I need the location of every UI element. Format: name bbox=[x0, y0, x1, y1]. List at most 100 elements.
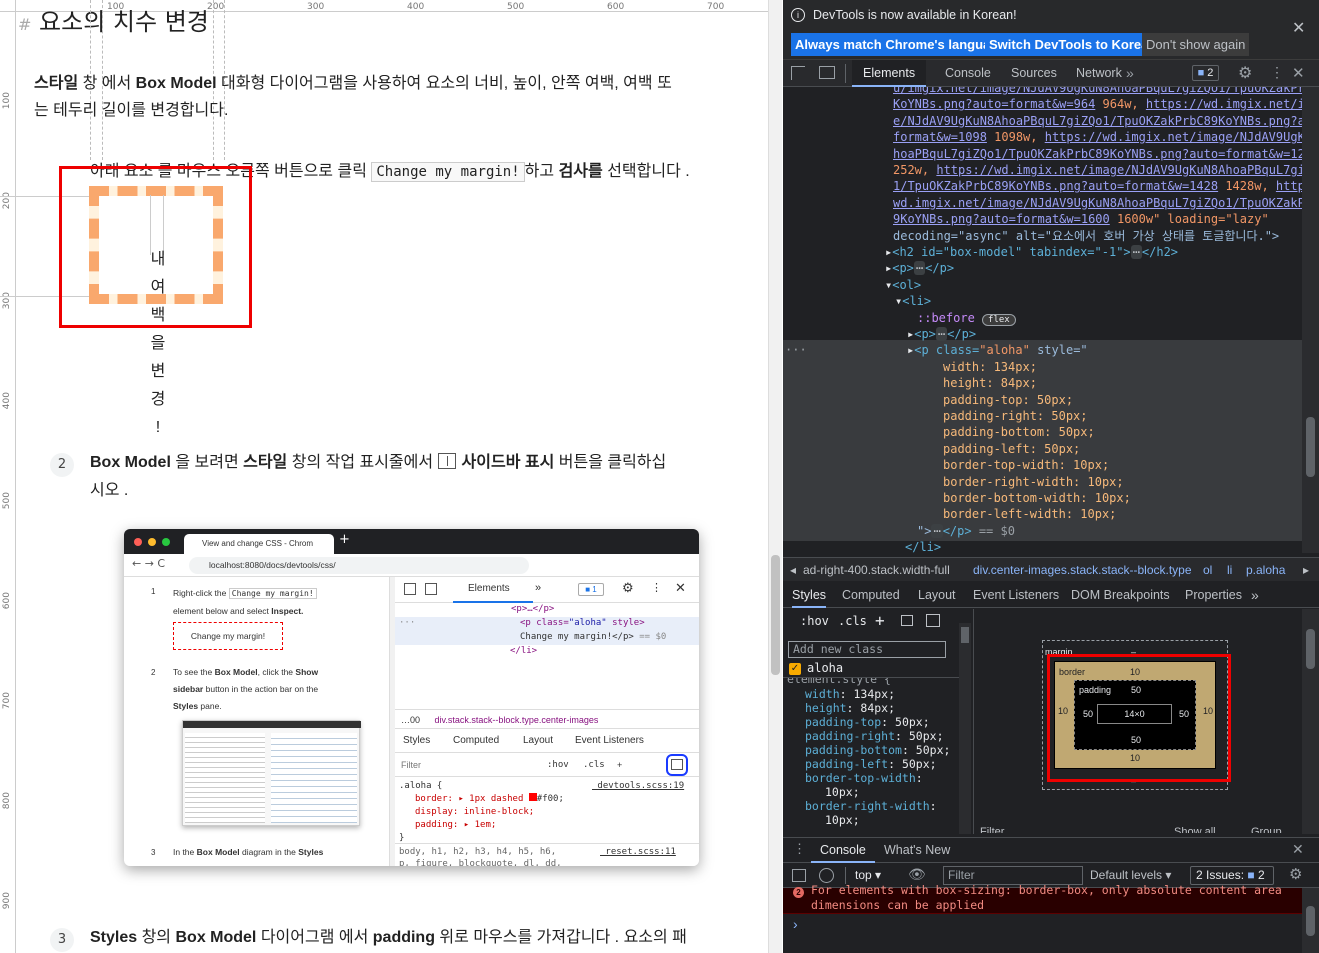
elements-tree[interactable]: u/imgix.net/image/NJdAV9UgKuN8AhoaPBquL7… bbox=[783, 87, 1302, 553]
img-attr-line[interactable]: 9KoYNBs.png?auto=format&w=1600 1600w" lo… bbox=[893, 211, 1269, 227]
more-tabs-icon[interactable]: » bbox=[1251, 582, 1259, 608]
style-property[interactable]: padding-top: 50px; bbox=[805, 715, 950, 729]
breadcrumb-item[interactable]: div.center-images.stack.stack--block.typ… bbox=[973, 558, 1192, 582]
style-attr-line[interactable]: height: 84px; bbox=[943, 375, 1037, 391]
style-attr-line[interactable]: border-left-width: 10px; bbox=[943, 506, 1116, 522]
style-attr-line[interactable]: padding-left: 50px; bbox=[943, 441, 1080, 457]
settings-gear-icon[interactable]: ⚙ bbox=[1238, 63, 1252, 83]
console-settings-icon[interactable]: ⚙ bbox=[1289, 865, 1302, 883]
console-output[interactable]: 2 For elements with box-sizing: border-b… bbox=[783, 883, 1319, 953]
drawer-tab-what-s-new[interactable]: What's New bbox=[875, 838, 959, 863]
shot-style-tab: Layout bbox=[523, 735, 554, 746]
img-attr-line[interactable]: 1/TpuOKZakPrbC89KoYNBs.png?auto=format&w… bbox=[893, 178, 1302, 194]
style-attr-line[interactable]: border-right-width: 10px; bbox=[943, 474, 1124, 490]
style-property[interactable]: border-top-width: bbox=[805, 771, 950, 785]
boxmodel-scrollbar[interactable] bbox=[1302, 609, 1319, 834]
styles-tab-styles[interactable]: Styles bbox=[792, 582, 827, 608]
crumb-scroll-right-icon[interactable]: ▸ bbox=[1303, 558, 1309, 582]
img-attr-line[interactable]: hoaPBquL7giZQo1/TpuOKZakPrbC89KoYNBs.png… bbox=[893, 146, 1302, 162]
close-devtools-icon[interactable]: ✕ bbox=[1292, 64, 1305, 82]
demo-char: 변 bbox=[150, 363, 166, 380]
sidebar-icon bbox=[437, 453, 456, 469]
img-attr-line[interactable]: decoding="async" alt="요소에서 호버 가상 상태를 토글합… bbox=[893, 228, 1279, 244]
breadcrumb-item[interactable]: ad-right-400.stack.width-full bbox=[803, 558, 950, 582]
dom-node-line[interactable]: ▸<h2 id="box-model" tabindex="-1"> ⋯ </h2> bbox=[885, 244, 1178, 260]
breadcrumb-item[interactable]: ol bbox=[1203, 558, 1212, 582]
shot-titlebar: View and change CSS - Chrom + bbox=[124, 529, 699, 554]
drawer-close-icon[interactable]: ✕ bbox=[1292, 841, 1304, 858]
language-banner: i DevTools is now available in Korean! ✕… bbox=[783, 0, 1319, 60]
elements-scrollbar[interactable] bbox=[1302, 87, 1319, 553]
tab-network[interactable]: Network bbox=[1065, 60, 1133, 87]
styles-tab-properties[interactable]: Properties bbox=[1185, 582, 1242, 608]
doc-scrollbar[interactable] bbox=[768, 0, 782, 953]
style-property[interactable]: height: 84px; bbox=[805, 701, 950, 715]
aloha-checkbox[interactable]: ✓ bbox=[789, 663, 801, 675]
img-attr-line[interactable]: 252w, https://wd.imgix.net/image/NJdAV9U… bbox=[893, 162, 1302, 178]
img-attr-line[interactable]: e/NJdAV9UgKuN8AhoaPBquL7giZQo1/TpuOKZakP… bbox=[893, 113, 1302, 129]
dom-node-line[interactable]: ▸<p> ⋯ </p> bbox=[907, 326, 976, 342]
style-property[interactable]: padding-right: 50px; bbox=[805, 729, 950, 743]
img-attr-line[interactable]: u/imgix.net/image/NJdAV9UgKuN8AhoaPBquL7… bbox=[893, 87, 1302, 96]
ruler-tick: 600 bbox=[2, 592, 12, 610]
style-attr-line[interactable]: padding-right: 50px; bbox=[943, 408, 1088, 424]
eye-icon[interactable]: 👁 bbox=[908, 866, 926, 883]
banner-close-icon[interactable]: ✕ bbox=[1292, 18, 1305, 38]
dom-node-line[interactable]: ▾<ol> bbox=[885, 277, 921, 293]
style-attr-line[interactable]: border-bottom-width: 10px; bbox=[943, 490, 1131, 506]
hov-toggle[interactable]: :hov bbox=[800, 609, 829, 633]
style-attr-line[interactable]: width: 134px; bbox=[943, 359, 1037, 375]
styles-tab-layout[interactable]: Layout bbox=[918, 582, 956, 608]
cls-toggle[interactable]: .cls bbox=[838, 609, 867, 633]
breadcrumb-item[interactable]: li bbox=[1227, 558, 1232, 582]
paint-icon[interactable] bbox=[901, 615, 913, 626]
tab-elements[interactable]: Elements bbox=[852, 60, 927, 87]
kebab-menu-icon[interactable]: ⋮ bbox=[1270, 64, 1284, 81]
style-property[interactable]: border-right-width: bbox=[805, 799, 950, 813]
dom-node-line[interactable]: ▾<li> bbox=[895, 293, 931, 309]
style-attr-line[interactable]: border-top-width: 10px; bbox=[943, 457, 1109, 473]
clear-console-icon[interactable] bbox=[819, 868, 834, 883]
dont-show-button[interactable]: Don't show again bbox=[1142, 33, 1250, 56]
context-select[interactable]: top ▾ bbox=[855, 868, 881, 882]
add-rule-icon[interactable]: + bbox=[875, 609, 885, 633]
selected-node-close[interactable]: "> ⋯ </p> == $0 bbox=[917, 523, 1015, 539]
img-attr-line[interactable]: format&w=1098 1098w, https://wd.imgix.ne… bbox=[893, 129, 1302, 145]
drawer-tab-console[interactable]: Console bbox=[811, 838, 875, 863]
device-toggle-icon[interactable] bbox=[819, 66, 835, 79]
dom-node-line[interactable]: ▸<p> ⋯ </p> bbox=[885, 260, 954, 276]
dom-node-line[interactable]: </li> bbox=[905, 539, 941, 553]
style-property[interactable]: padding-left: 50px; bbox=[805, 757, 950, 771]
style-property[interactable]: padding-bottom: 50px; bbox=[805, 743, 950, 757]
breadcrumb-item[interactable]: p.aloha bbox=[1246, 558, 1285, 582]
more-tabs-icon[interactable]: » bbox=[1126, 65, 1134, 81]
tab-console[interactable]: Console bbox=[934, 60, 1002, 87]
shot-demo: Change my margin! bbox=[173, 622, 283, 650]
inspect-icon[interactable] bbox=[791, 66, 805, 80]
switch-korean-button[interactable]: Switch DevTools to Korean bbox=[985, 33, 1161, 56]
selected-node-menu[interactable]: ··· bbox=[785, 342, 807, 358]
issues-badge[interactable]: ■ 2 bbox=[1192, 65, 1219, 81]
style-property[interactable]: 10px; bbox=[805, 813, 950, 827]
crumb-scroll-left-icon[interactable]: ◂ bbox=[790, 558, 796, 582]
console-prompt[interactable]: › bbox=[793, 916, 798, 932]
style-attr-line[interactable]: padding-top: 50px; bbox=[943, 392, 1073, 408]
img-attr-line[interactable]: KoYNBs.png?auto=format&w=964 964w, https… bbox=[893, 96, 1302, 112]
selected-node[interactable]: ▸<p class="aloha" style=" bbox=[907, 342, 1088, 358]
style-attr-line[interactable]: padding-bottom: 50px; bbox=[943, 424, 1095, 440]
styles-scrollbar[interactable] bbox=[959, 623, 971, 834]
step-number: 2 bbox=[50, 453, 74, 477]
console-sidebar-icon[interactable] bbox=[792, 869, 806, 882]
always-match-button[interactable]: Always match Chrome's language bbox=[791, 33, 1010, 56]
default-levels-dropdown[interactable]: Default levels ▾ bbox=[1090, 868, 1171, 882]
styles-tab-computed[interactable]: Computed bbox=[842, 582, 900, 608]
styles-tab-dom-breakpoints[interactable]: DOM Breakpoints bbox=[1071, 582, 1170, 608]
add-class-input[interactable]: Add new class bbox=[788, 641, 946, 658]
styles-tab-event-listeners[interactable]: Event Listeners bbox=[973, 582, 1059, 608]
drawer-menu-icon[interactable]: ⋮ bbox=[793, 841, 806, 857]
img-attr-line[interactable]: wd.imgix.net/image/NJdAV9UgKuN8AhoaPBquL… bbox=[893, 195, 1302, 211]
tab-sources[interactable]: Sources bbox=[1000, 60, 1068, 87]
sidebar-toggle-icon[interactable] bbox=[926, 614, 940, 627]
style-property[interactable]: 10px; bbox=[805, 785, 950, 799]
style-property[interactable]: width: 134px; bbox=[805, 687, 950, 701]
